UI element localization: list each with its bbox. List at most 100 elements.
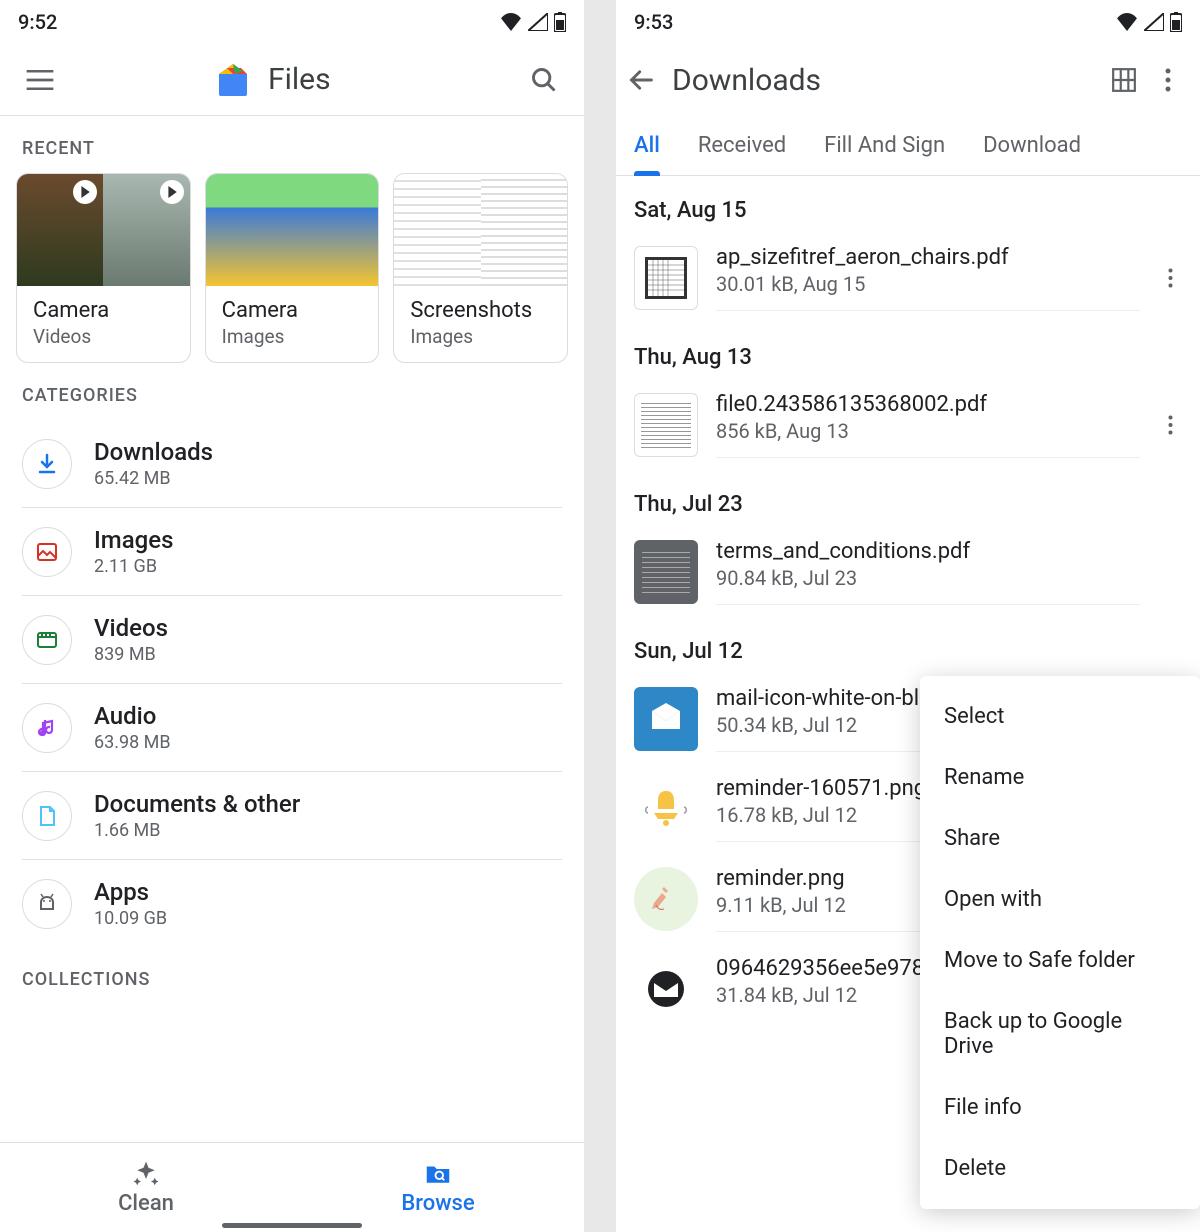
status-icons	[500, 12, 566, 32]
category-sub: 63.98 MB	[94, 732, 171, 753]
file-name: file0.243586135368002.pdf	[716, 392, 1140, 417]
category-documents[interactable]: Documents & other1.66 MB	[22, 772, 562, 860]
nav-tab-label: Clean	[118, 1191, 174, 1216]
video-icon	[22, 615, 72, 665]
sparkle-icon	[131, 1159, 161, 1189]
nav-tab-label: Browse	[401, 1191, 474, 1216]
category-title: Documents & other	[94, 790, 300, 818]
wifi-icon	[1116, 13, 1138, 31]
file-thumbnail	[634, 393, 698, 457]
audio-icon	[22, 703, 72, 753]
category-sub: 2.11 GB	[94, 556, 173, 577]
menu-item-move-safe-folder[interactable]: Move to Safe folder	[920, 930, 1200, 991]
section-recent-label: RECENT	[0, 116, 584, 173]
file-thumbnail	[634, 957, 698, 1021]
status-time: 9:52	[18, 10, 57, 34]
download-icon	[22, 439, 72, 489]
screen-title: Downloads	[672, 63, 821, 98]
battery-icon	[1170, 12, 1182, 32]
date-header: Thu, Aug 13	[616, 323, 1200, 380]
file-meta: 90.84 kB, Jul 23	[716, 566, 1140, 590]
document-icon	[22, 791, 72, 841]
app-title: Files	[268, 62, 331, 97]
menu-item-backup-drive[interactable]: Back up to Google Drive	[920, 991, 1200, 1077]
files-app-logo	[212, 59, 254, 101]
file-row[interactable]: ap_sizefitref_aeron_chairs.pdf30.01 kB, …	[616, 233, 1200, 323]
menu-item-file-info[interactable]: File info	[920, 1077, 1200, 1138]
file-thumbnail	[634, 777, 698, 841]
status-bar: 9:52	[0, 0, 584, 44]
file-more-icon[interactable]	[1158, 415, 1182, 435]
more-vert-icon[interactable]	[1146, 58, 1190, 102]
section-categories-label: CATEGORIES	[0, 363, 584, 420]
file-row[interactable]: terms_and_conditions.pdf90.84 kB, Jul 23	[616, 527, 1200, 617]
wifi-icon	[500, 13, 522, 31]
category-downloads[interactable]: Downloads65.42 MB	[22, 420, 562, 508]
signal-icon	[1144, 13, 1164, 31]
file-context-menu: Select Rename Share Open with Move to Sa…	[920, 676, 1200, 1209]
category-audio[interactable]: Audio63.98 MB	[22, 684, 562, 772]
category-title: Videos	[94, 614, 168, 642]
android-icon	[22, 879, 72, 929]
category-title: Images	[94, 526, 173, 554]
date-header: Sun, Jul 12	[616, 617, 1200, 674]
recent-card-screenshots[interactable]: Screenshots Images	[393, 173, 568, 363]
bottom-nav: Clean Browse	[0, 1142, 584, 1232]
recent-card-sub: Images	[222, 325, 363, 348]
menu-item-share[interactable]: Share	[920, 808, 1200, 869]
category-sub: 65.42 MB	[94, 468, 213, 489]
folder-search-icon	[423, 1159, 453, 1189]
hamburger-menu-icon[interactable]	[18, 58, 62, 102]
tab-fill-and-sign[interactable]: Fill And Sign	[824, 119, 945, 172]
category-title: Audio	[94, 702, 171, 730]
recent-card-title: Camera	[33, 298, 174, 323]
file-meta: 856 kB, Aug 13	[716, 419, 1140, 443]
category-title: Apps	[94, 878, 167, 906]
home-indicator[interactable]	[222, 1223, 362, 1228]
menu-item-select[interactable]: Select	[920, 686, 1200, 747]
recent-card-sub: Images	[410, 325, 551, 348]
file-row[interactable]: file0.243586135368002.pdf856 kB, Aug 13	[616, 380, 1200, 470]
recent-cards-row: Camera Videos Camera Images	[0, 173, 584, 363]
category-apps[interactable]: Apps10.09 GB	[22, 860, 562, 947]
file-name: ap_sizefitref_aeron_chairs.pdf	[716, 245, 1140, 270]
tab-received[interactable]: Received	[698, 119, 786, 172]
battery-icon	[554, 12, 566, 32]
status-icons	[1116, 12, 1182, 32]
file-thumbnail	[634, 246, 698, 310]
file-meta: 30.01 kB, Aug 15	[716, 272, 1140, 296]
date-header: Sat, Aug 15	[616, 176, 1200, 233]
category-sub: 10.09 GB	[94, 908, 167, 929]
search-icon[interactable]	[522, 58, 566, 102]
nav-tab-clean[interactable]: Clean	[0, 1143, 292, 1232]
tab-all[interactable]: All	[634, 119, 660, 172]
recent-card-title: Camera	[222, 298, 363, 323]
nav-tab-browse[interactable]: Browse	[292, 1143, 584, 1232]
category-images[interactable]: Images2.11 GB	[22, 508, 562, 596]
menu-item-delete[interactable]: Delete	[920, 1138, 1200, 1199]
play-icon	[160, 180, 184, 204]
grid-view-icon[interactable]	[1102, 58, 1146, 102]
phone-downloads: 9:53 Downloads All Received Fi	[616, 0, 1200, 1232]
file-list[interactable]: Sat, Aug 15 ap_sizefitref_aeron_chairs.p…	[616, 176, 1200, 1232]
category-sub: 1.66 MB	[94, 820, 300, 841]
recent-card-camera-images[interactable]: Camera Images	[205, 173, 380, 363]
play-icon	[73, 180, 97, 204]
file-thumbnail	[634, 687, 698, 751]
app-bar: Downloads	[616, 44, 1200, 116]
file-name: terms_and_conditions.pdf	[716, 539, 1140, 564]
file-more-icon[interactable]	[1158, 268, 1182, 288]
back-arrow-icon[interactable]	[620, 58, 664, 102]
categories-list: Downloads65.42 MB Images2.11 GB Videos83…	[0, 420, 584, 947]
recent-card-camera-videos[interactable]: Camera Videos	[16, 173, 191, 363]
filter-tabs: All Received Fill And Sign Download	[616, 116, 1200, 176]
recent-card-sub: Videos	[33, 325, 174, 348]
menu-item-open-with[interactable]: Open with	[920, 869, 1200, 930]
category-videos[interactable]: Videos839 MB	[22, 596, 562, 684]
tab-download[interactable]: Download	[983, 119, 1081, 172]
category-sub: 839 MB	[94, 644, 168, 665]
date-header: Thu, Jul 23	[616, 470, 1200, 527]
menu-item-rename[interactable]: Rename	[920, 747, 1200, 808]
recent-card-title: Screenshots	[410, 298, 551, 323]
file-thumbnail	[634, 540, 698, 604]
